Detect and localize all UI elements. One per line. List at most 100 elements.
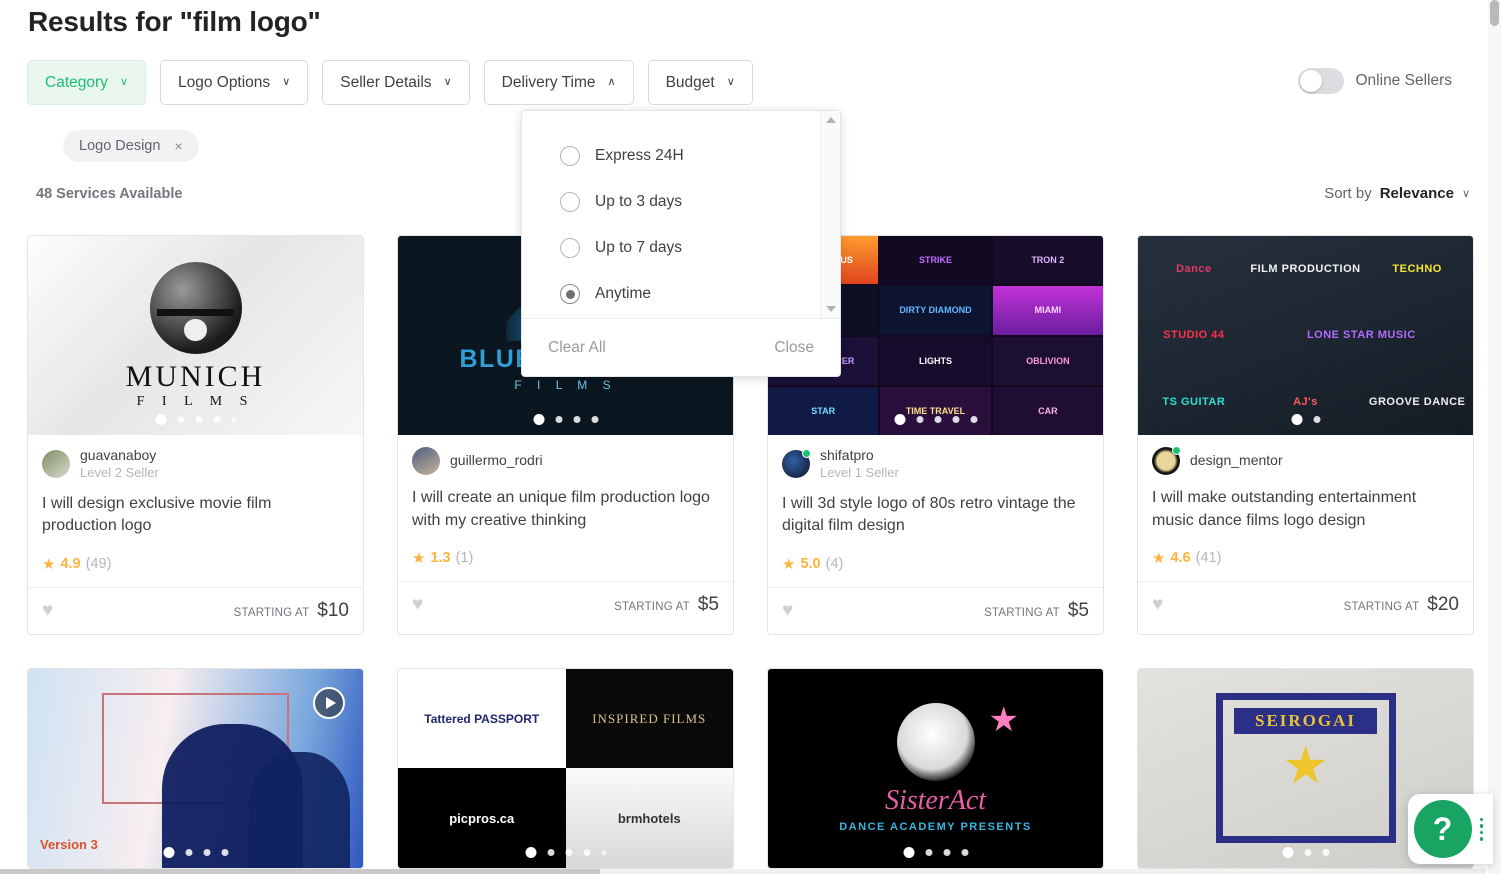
gig-card[interactable]: ★ SisterAct DANCE ACADEMY PRESENTS [767,667,1104,869]
delivery-option-up-to-3-days[interactable]: Up to 3 days [522,179,840,225]
carousel-dots[interactable] [1291,414,1320,425]
carousel-dot[interactable] [1322,848,1329,856]
carousel-dot[interactable] [903,846,914,858]
carousel-dot[interactable] [1313,416,1320,423]
carousel-dot[interactable] [970,416,977,423]
vertical-scrollbar[interactable] [1488,0,1501,874]
carousel-dot[interactable] [943,848,950,856]
carousel-dot[interactable] [573,416,580,423]
carousel-dot[interactable] [221,848,228,856]
filter-delivery-time[interactable]: Delivery Time ∧ [483,60,634,105]
carousel-dot[interactable] [591,416,598,423]
radio-selected-icon[interactable] [560,284,580,304]
delivery-option-up-to-7-days[interactable]: Up to 7 days [522,225,840,271]
carousel-dots[interactable] [1282,846,1329,858]
carousel-dot[interactable] [925,848,932,856]
chip-logo-design[interactable]: Logo Design × [63,130,199,162]
carousel-dot[interactable] [163,846,174,858]
filter-budget[interactable]: Budget ∨ [647,60,753,105]
carousel-dots[interactable] [894,414,977,425]
delivery-time-dropdown[interactable]: Express 24H Up to 3 days Up to 7 days An… [521,110,841,377]
carousel-dot[interactable] [231,417,236,422]
close-icon[interactable]: × [174,138,182,154]
gig-card[interactable]: Tattered PASSPORT INSPIRED FILMS picpros… [397,667,734,869]
carousel-dot[interactable] [583,848,590,856]
radio-icon[interactable] [560,238,580,258]
radio-icon[interactable] [560,146,580,166]
delivery-option-express-24h[interactable]: Express 24H [522,133,840,179]
carousel-dot[interactable] [533,414,544,425]
carousel-dot[interactable] [555,416,562,423]
filter-seller-details[interactable]: Seller Details ∨ [322,60,470,105]
avatar[interactable] [1152,446,1181,475]
close-button[interactable]: Close [774,339,814,357]
carousel-dots[interactable] [533,414,598,425]
carousel-dot[interactable] [1282,846,1293,858]
carousel-dot[interactable] [1304,848,1311,856]
heart-icon[interactable]: ♥ [782,600,793,622]
delivery-option-anytime[interactable]: Anytime [522,271,840,317]
carousel-dots[interactable] [163,846,228,858]
carousel-dot[interactable] [203,848,210,856]
gig-title[interactable]: I will design exclusive movie film produ… [42,493,349,539]
heart-icon[interactable]: ♥ [42,600,53,622]
help-button[interactable]: ? [1413,800,1472,858]
carousel-dot[interactable] [916,416,923,423]
help-card[interactable]: ? [1407,794,1493,864]
horizontal-scrollbar[interactable] [0,869,1486,874]
carousel-dot[interactable] [547,848,554,856]
filter-logo-options[interactable]: Logo Options ∨ [159,60,309,105]
carousel-dots[interactable] [903,846,968,858]
help-widget[interactable]: ? [1407,794,1493,864]
scrollbar-thumb[interactable] [0,869,600,874]
carousel-dot[interactable] [1291,414,1302,425]
heart-icon[interactable]: ♥ [412,594,423,616]
seller-row[interactable]: guillermo_rodri [412,447,719,475]
carousel-dot[interactable] [195,416,202,423]
gig-thumbnail[interactable]: Version 3 [28,668,363,868]
gig-thumbnail[interactable]: MUNICH F I L M S [28,236,363,435]
gig-thumbnail[interactable]: Tattered PASSPORT INSPIRED FILMS picpros… [398,668,733,868]
play-icon[interactable] [313,686,345,719]
avatar[interactable] [782,448,811,478]
carousel-dot[interactable] [525,846,536,858]
carousel-dot[interactable] [894,414,905,425]
gig-card[interactable]: Dance FILM PRODUCTION TECHNO STUDIO 44 L… [1137,235,1474,635]
scrollbar-thumb[interactable] [1490,0,1499,26]
drag-handle-icon[interactable] [1479,817,1483,841]
radio-icon[interactable] [560,192,580,212]
neon-cell: MIAMI [992,286,1103,335]
gig-card[interactable]: Version 3 [27,667,364,869]
avatar[interactable] [42,449,70,478]
clear-all-button[interactable]: Clear All [548,339,606,357]
carousel-dot[interactable] [185,848,192,856]
avatar[interactable] [412,447,440,475]
online-sellers-control[interactable]: Online Sellers [1297,68,1452,94]
scroll-up-arrow-icon[interactable] [825,117,836,123]
carousel-dots[interactable] [155,414,236,425]
gig-thumbnail[interactable]: Dance FILM PRODUCTION TECHNO STUDIO 44 L… [1138,236,1473,435]
carousel-dot[interactable] [177,416,184,423]
carousel-dot[interactable] [565,848,572,856]
gig-card[interactable]: MUNICH F I L M S guavanaboy Level 2 Sell… [27,235,364,635]
gig-title[interactable]: I will create an unique film production … [412,487,719,533]
gig-thumbnail[interactable]: ★ SisterAct DANCE ACADEMY PRESENTS [768,668,1103,868]
carousel-dot[interactable] [961,848,968,856]
carousel-dot[interactable] [952,416,959,423]
carousel-dot[interactable] [934,416,941,423]
seller-row[interactable]: design_mentor [1152,446,1459,475]
online-sellers-toggle[interactable] [1297,68,1344,94]
dropdown-scrollbar[interactable] [820,111,840,318]
gig-title[interactable]: I will make outstanding entertainment mu… [1152,487,1459,533]
gig-title[interactable]: I will 3d style logo of 80s retro vintag… [782,493,1089,539]
carousel-dot[interactable] [213,416,220,423]
heart-icon[interactable]: ♥ [1152,594,1163,616]
seller-row[interactable]: shifatpro Level 1 Seller [782,447,1089,481]
carousel-dot[interactable] [601,849,606,855]
sort-control[interactable]: Sort by Relevance ∨ [1324,185,1470,202]
carousel-dot[interactable] [155,414,166,425]
seller-row[interactable]: guavanaboy Level 2 Seller [42,447,349,481]
filter-category[interactable]: Category ∨ [27,60,146,105]
scroll-down-arrow-icon[interactable] [825,306,836,312]
carousel-dots[interactable] [525,846,606,858]
